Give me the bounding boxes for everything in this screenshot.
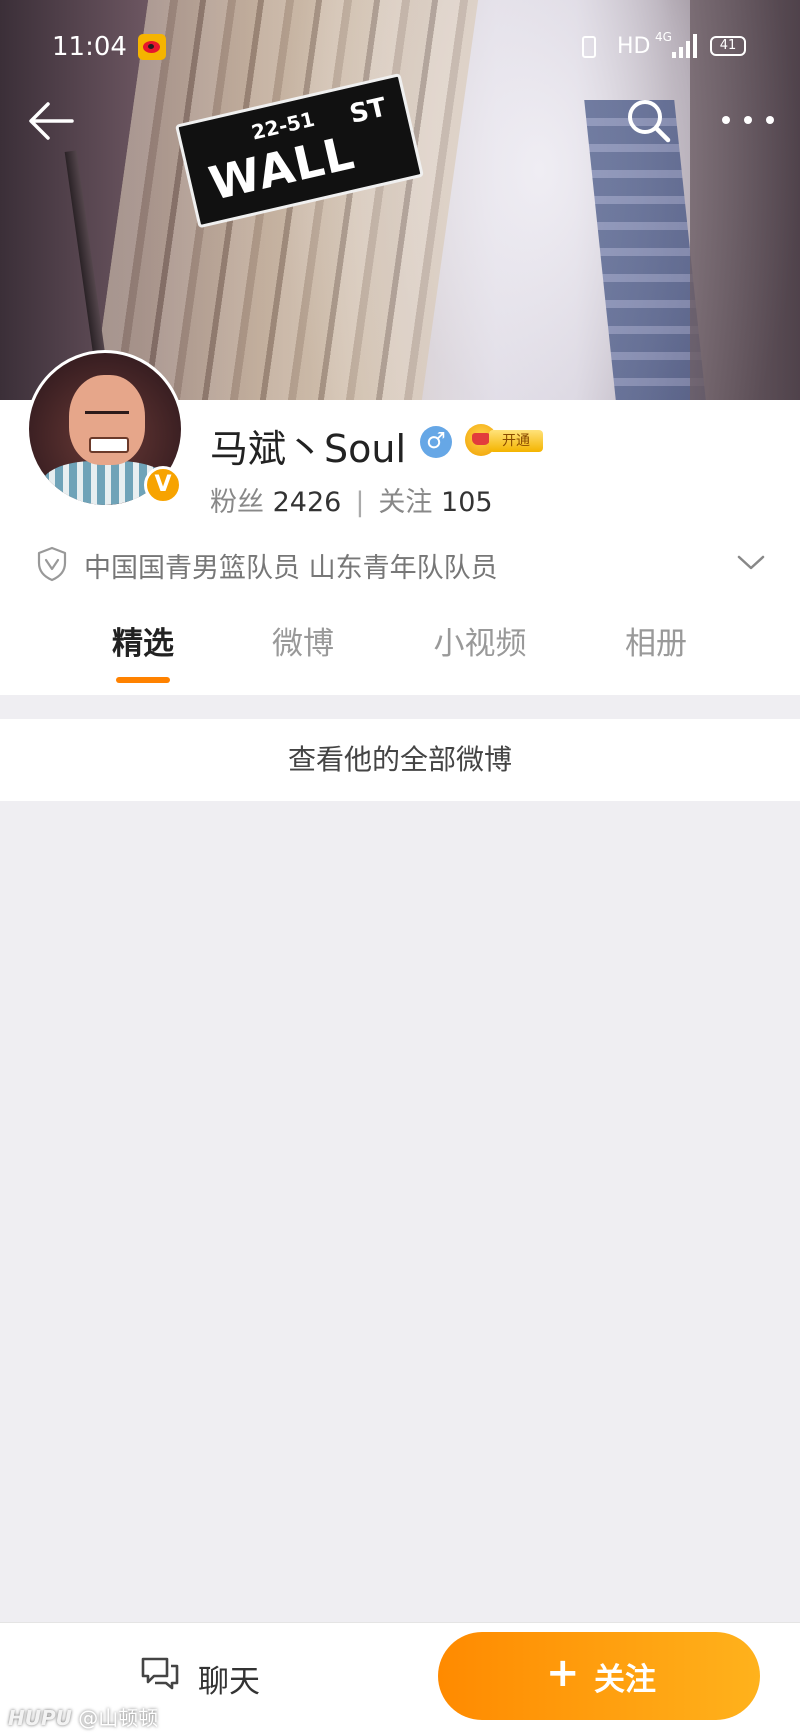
profile-stats: 粉丝 2426 | 关注 105 [210, 480, 493, 519]
back-arrow-icon [29, 102, 74, 140]
watermark-brand: HUPU [8, 1706, 72, 1730]
followers-label: 粉丝 [210, 487, 264, 518]
stats-separator: | [355, 487, 365, 518]
view-all-weibo-button[interactable]: 查看他的全部微博 [0, 719, 800, 801]
verification-row[interactable]: 中国国青男篮队员 山东青年队队员 [36, 540, 766, 588]
following-label: 关注 [378, 487, 433, 518]
user-name: 马斌丶Soul [210, 427, 407, 471]
vip-open-badge[interactable]: 开通 [465, 424, 543, 456]
watermark-handle: @山顿顿 [78, 1706, 159, 1730]
weibo-icon [138, 34, 166, 60]
active-tab-indicator [116, 677, 170, 683]
more-button[interactable] [718, 100, 778, 140]
following-count: 105 [441, 487, 493, 518]
verification-text: 中国国青男篮队员 山东青年队队员 [84, 553, 498, 584]
shield-icon [37, 546, 67, 582]
tab-short-video[interactable]: 小视频 [410, 618, 550, 678]
vibrate-icon [582, 36, 596, 58]
followers-stat[interactable]: 粉丝 2426 [210, 487, 341, 518]
plus-icon: + [546, 1650, 580, 1696]
chevron-down-icon [737, 555, 765, 570]
watermark: HUPU @山顿顿 [8, 1702, 158, 1731]
avatar-mouth [89, 437, 129, 453]
follow-label: 关注 [594, 1662, 656, 1698]
following-stat[interactable]: 关注 105 [378, 487, 492, 518]
status-network: 4G [655, 30, 672, 44]
tab-featured[interactable]: 精选 [95, 618, 191, 678]
male-gender-icon: ♂ [420, 426, 452, 458]
search-button[interactable] [624, 96, 674, 146]
chat-label: 聊天 [198, 1664, 260, 1700]
vip-open-label: 开通 [489, 430, 543, 452]
follow-button[interactable]: + 关注 [438, 1632, 760, 1720]
avatar-eyes [85, 411, 129, 420]
tab-weibo[interactable]: 微博 [255, 618, 351, 678]
search-icon [628, 100, 671, 143]
verified-badge: V [144, 466, 182, 504]
chat-button[interactable]: 聊天 [140, 1640, 300, 1710]
chat-bubble-icon [141, 1657, 179, 1690]
followers-count: 2426 [272, 487, 342, 518]
back-button[interactable] [24, 96, 80, 146]
status-bar: 11:04 HD 4G 41 [0, 28, 800, 68]
tab-album[interactable]: 相册 [608, 618, 704, 678]
status-hd: HD [617, 34, 651, 59]
street-sign-suffix: ST [346, 92, 390, 130]
more-dots-icon [722, 116, 774, 124]
status-time: 11:04 [52, 32, 127, 62]
signal-icon [672, 34, 698, 58]
battery-icon: 41 [710, 36, 746, 56]
